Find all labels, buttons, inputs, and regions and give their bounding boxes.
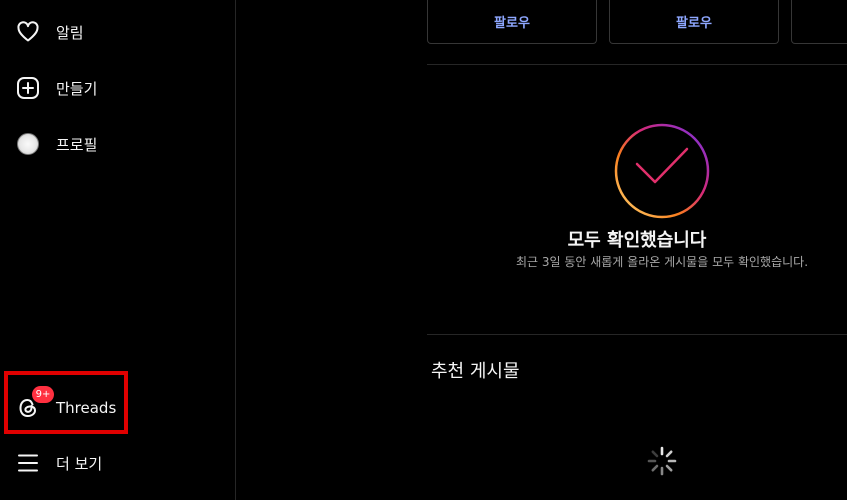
sidebar-item-more[interactable]: 더 보기 [12,441,222,485]
heart-icon [16,20,40,44]
sidebar-item-profile[interactable]: 프로필 [12,122,222,166]
caught-up-subtitle: 최근 3일 동안 새롭게 올라온 게시물을 모두 확인했습니다. [515,255,809,269]
sidebar-item-label: 프로필 [56,135,98,154]
sidebar-item-label: 만들기 [56,79,98,98]
recommended-posts-title: 추천 게시물 [431,361,520,382]
sidebar-item-create[interactable]: 만들기 [12,66,222,110]
sidebar-item-notifications[interactable]: 알림 [12,10,222,54]
plus-square-icon [16,76,40,100]
divider [427,334,847,335]
follow-button[interactable]: 팔로우 [609,0,779,44]
loading-spinner-icon [647,446,677,476]
follow-button-partial[interactable] [791,0,847,44]
follow-button[interactable]: 팔로우 [427,0,597,44]
sidebar-item-label: 더 보기 [56,454,103,473]
checkmark-circle-icon [614,123,710,219]
caught-up-title: 모두 확인했습니다 [567,230,707,251]
highlight-annotation-box [4,371,128,434]
sidebar-item-label: 알림 [56,23,84,42]
divider [427,64,847,65]
avatar [17,133,39,155]
menu-icon [16,451,40,475]
